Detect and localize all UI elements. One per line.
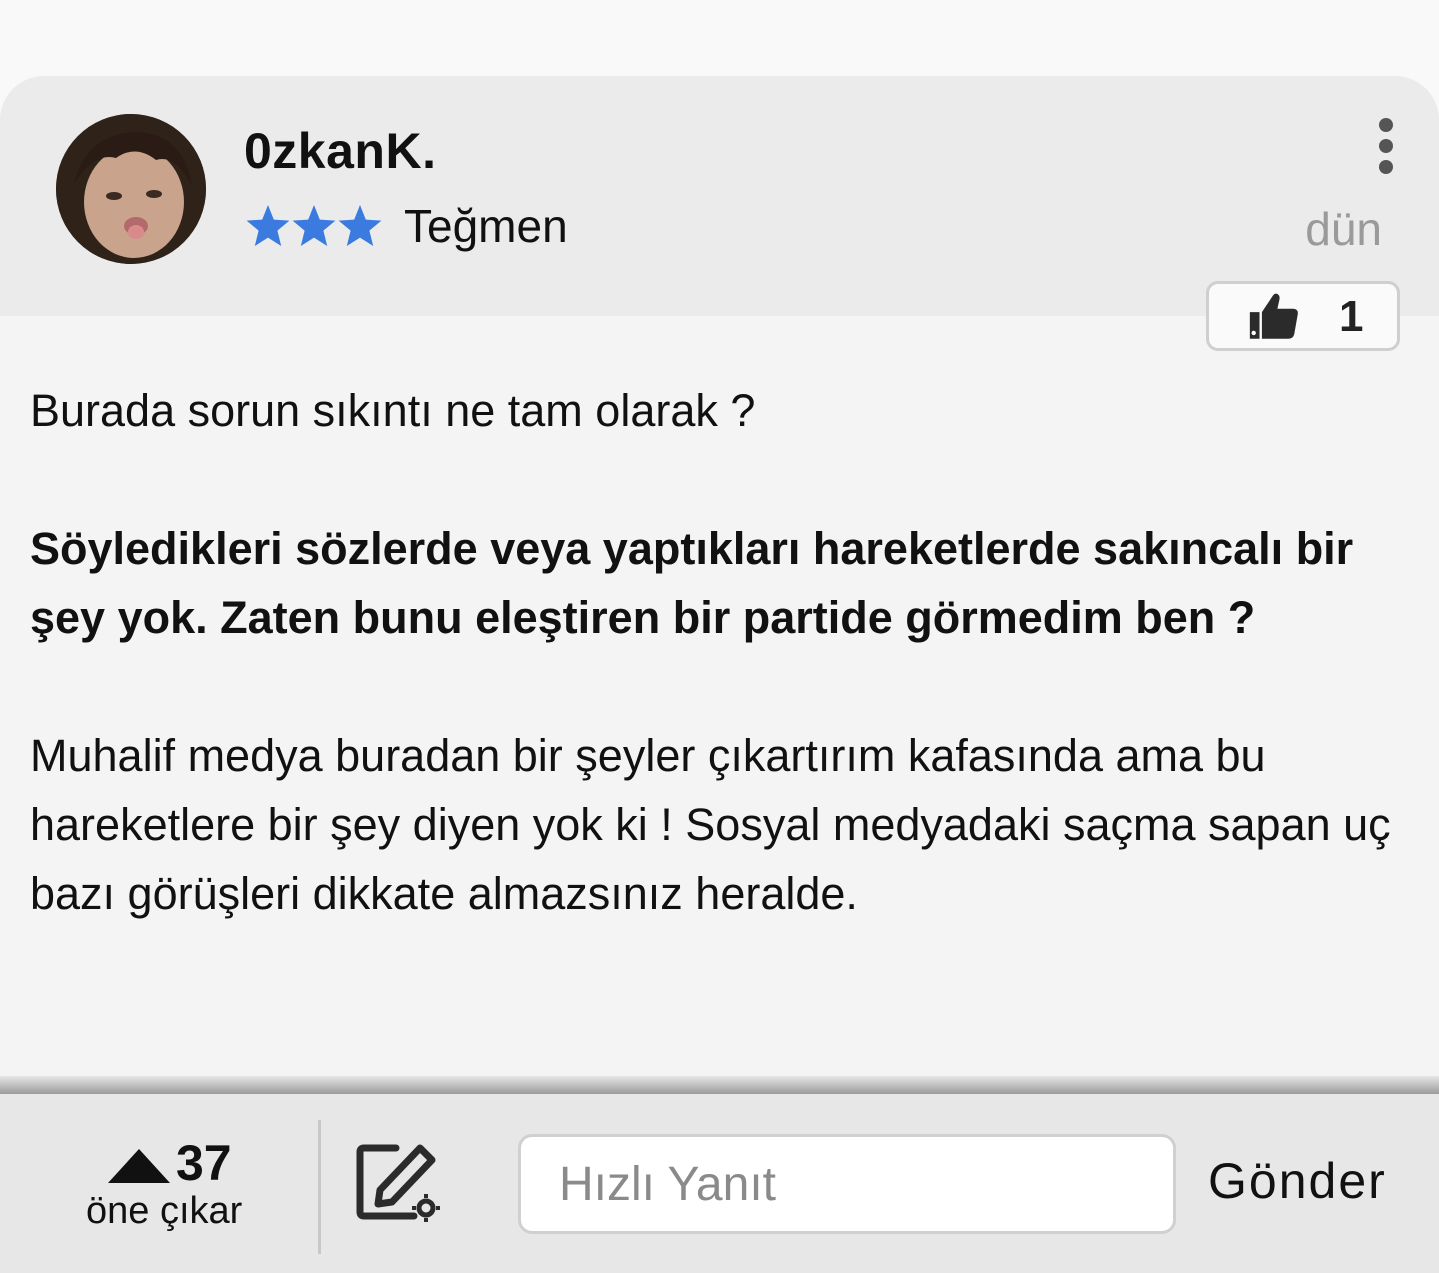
more-vertical-icon[interactable] (1366, 118, 1406, 174)
thumbs-up-icon (1249, 293, 1298, 339)
quick-reply-input[interactable] (518, 1134, 1176, 1234)
comment-header (0, 76, 1439, 316)
bottom-action-bar: 37 öne çıkar Gönder (0, 1094, 1439, 1273)
rank-stars (244, 203, 382, 249)
upvote-top: 37 (108, 1134, 232, 1192)
comment-paragraph: Burada sorun sıkıntı ne tam olarak ? (30, 385, 756, 436)
star-icon (246, 205, 290, 246)
author-name[interactable]: 0zkanK. (244, 122, 436, 180)
like-count: 1 (1339, 292, 1364, 341)
like-button[interactable]: 1 (1206, 281, 1400, 351)
edit-settings-icon (356, 1144, 440, 1222)
more-dot (1379, 118, 1393, 132)
post-time: dün (1305, 203, 1382, 255)
more-dot (1379, 139, 1393, 153)
compose-button[interactable] (356, 1140, 442, 1229)
comment-card: 0zkanK. Teğmen dün 1 Burada sorun sıkınt… (0, 76, 1439, 1076)
bottom-bar-shadow (0, 1076, 1439, 1094)
comment-paragraph: Muhalif medya buradan bir şeyler çıkartı… (30, 730, 1391, 919)
send-button[interactable]: Gönder (1208, 1152, 1387, 1210)
avatar[interactable] (56, 114, 206, 264)
star-icon (292, 205, 336, 246)
author-rank: Teğmen (404, 200, 568, 252)
author-rank-row: Teğmen (244, 198, 568, 254)
star-icon (338, 205, 382, 246)
comment-body: Burada sorun sıkıntı ne tam olarak ? Söy… (30, 376, 1410, 928)
avatar-image (56, 114, 206, 264)
more-dot (1379, 160, 1393, 174)
divider (318, 1120, 321, 1254)
triangle-up-icon (108, 1149, 170, 1183)
comment-paragraph-bold: Söyledikleri sözlerde veya yaptıkları ha… (30, 523, 1354, 643)
upvote-label: öne çıkar (86, 1190, 243, 1232)
upvote-button[interactable]: 37 öne çıkar (80, 1134, 260, 1234)
upvote-count: 37 (176, 1135, 232, 1191)
